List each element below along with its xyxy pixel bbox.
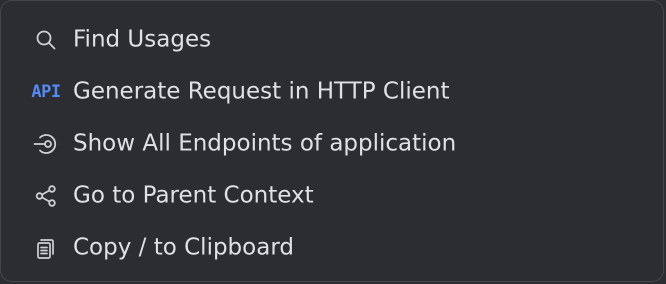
menu-item-find-usages[interactable]: Find Usages	[1, 14, 663, 66]
api-icon: API	[31, 79, 61, 105]
menu-item-generate-request[interactable]: API Generate Request in HTTP Client	[1, 66, 663, 118]
menu-item-label: Find Usages	[73, 26, 212, 53]
menu-item-go-to-parent-context[interactable]: Go to Parent Context	[1, 170, 663, 222]
menu-item-label: Go to Parent Context	[73, 182, 314, 209]
menu-item-copy-to-clipboard[interactable]: Copy / to Clipboard	[1, 222, 663, 274]
search-icon	[33, 27, 59, 53]
context-menu: Find Usages API Generate Request in HTTP…	[1, 14, 663, 274]
menu-item-label: Show All Endpoints of application	[73, 130, 457, 157]
copy-icon	[33, 235, 59, 261]
menu-item-label: Copy / to Clipboard	[73, 234, 294, 261]
share-icon	[33, 183, 59, 209]
menu-item-show-endpoints[interactable]: Show All Endpoints of application	[1, 118, 663, 170]
endpoints-icon	[33, 131, 59, 157]
menu-item-label: Generate Request in HTTP Client	[73, 78, 450, 105]
context-menu-popup: Find Usages API Generate Request in HTTP…	[0, 0, 664, 282]
api-icon-text: API	[31, 82, 61, 102]
